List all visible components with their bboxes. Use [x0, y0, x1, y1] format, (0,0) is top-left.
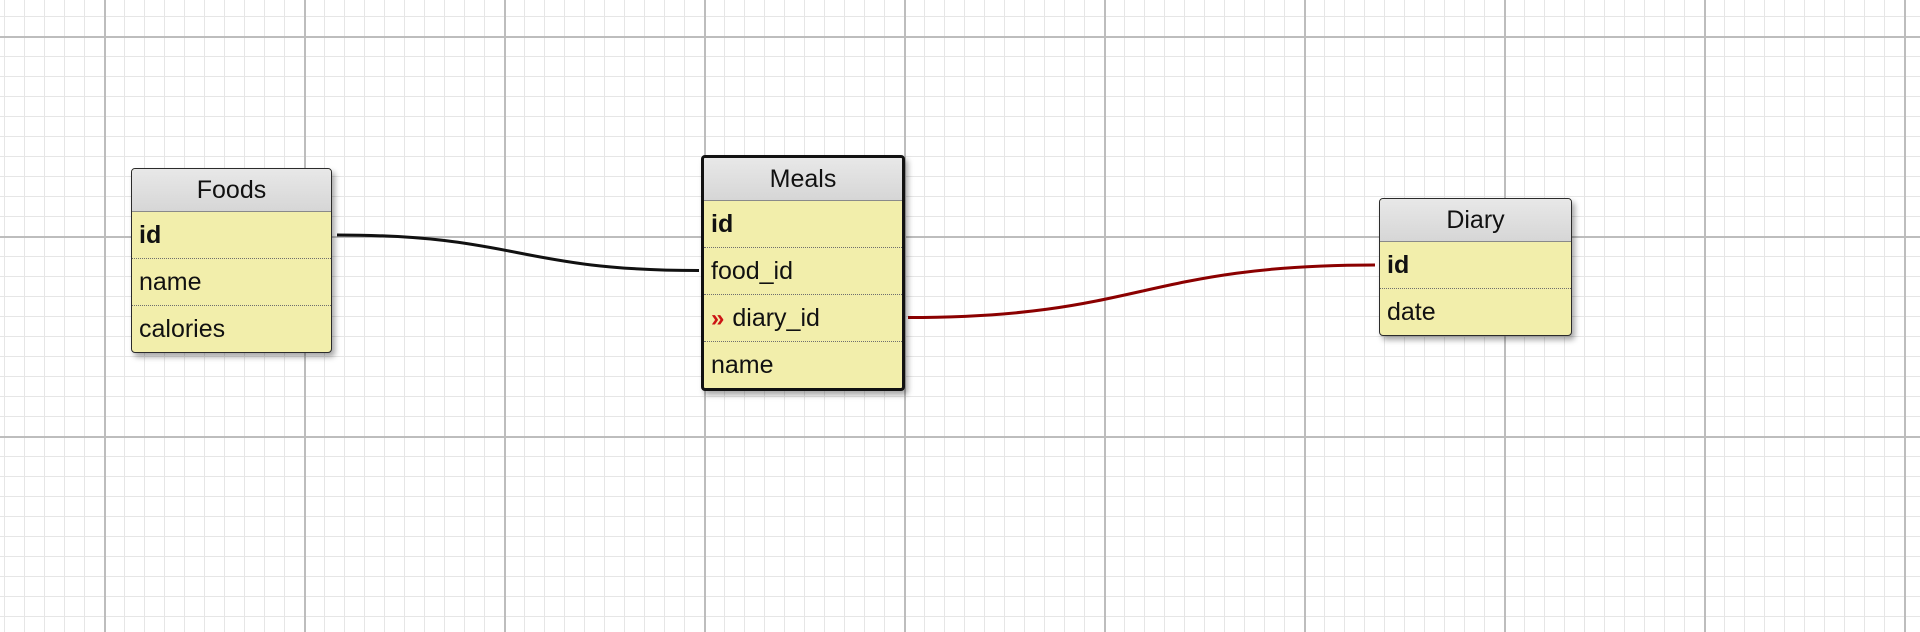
table-foods[interactable]: Foods id name calories: [131, 168, 332, 353]
table-title-meals[interactable]: Meals: [704, 158, 902, 201]
table-title-foods[interactable]: Foods: [132, 169, 331, 212]
diagram-canvas[interactable]: Foods id name calories Meals id food_id …: [0, 0, 1920, 632]
field-diary-date[interactable]: date: [1380, 288, 1571, 335]
field-label: calories: [139, 315, 226, 343]
foreign-key-icon: »: [711, 305, 725, 332]
field-label: food_id: [711, 257, 794, 285]
field-label: diary_id: [732, 304, 820, 332]
field-foods-calories[interactable]: calories: [132, 305, 331, 352]
field-label: date: [1387, 298, 1436, 326]
field-label: id: [1387, 251, 1410, 279]
field-diary-id[interactable]: id: [1380, 242, 1571, 288]
field-foods-id[interactable]: id: [132, 212, 331, 258]
table-title-diary[interactable]: Diary: [1380, 199, 1571, 242]
field-meals-id[interactable]: id: [704, 201, 902, 247]
field-label: name: [139, 268, 202, 296]
table-diary[interactable]: Diary id date: [1379, 198, 1572, 336]
field-label: id: [139, 221, 162, 249]
field-label: id: [711, 210, 734, 238]
field-meals-name[interactable]: name: [704, 341, 902, 388]
field-meals-diary-id[interactable]: » diary_id: [704, 294, 902, 341]
field-meals-food-id[interactable]: food_id: [704, 247, 902, 294]
relation-line-meals-diary[interactable]: [907, 263, 1376, 319]
field-label: name: [711, 351, 774, 379]
relation-line-foods-meals[interactable]: [336, 233, 700, 272]
field-foods-name[interactable]: name: [132, 258, 331, 305]
table-meals[interactable]: Meals id food_id » diary_id name: [701, 155, 905, 391]
